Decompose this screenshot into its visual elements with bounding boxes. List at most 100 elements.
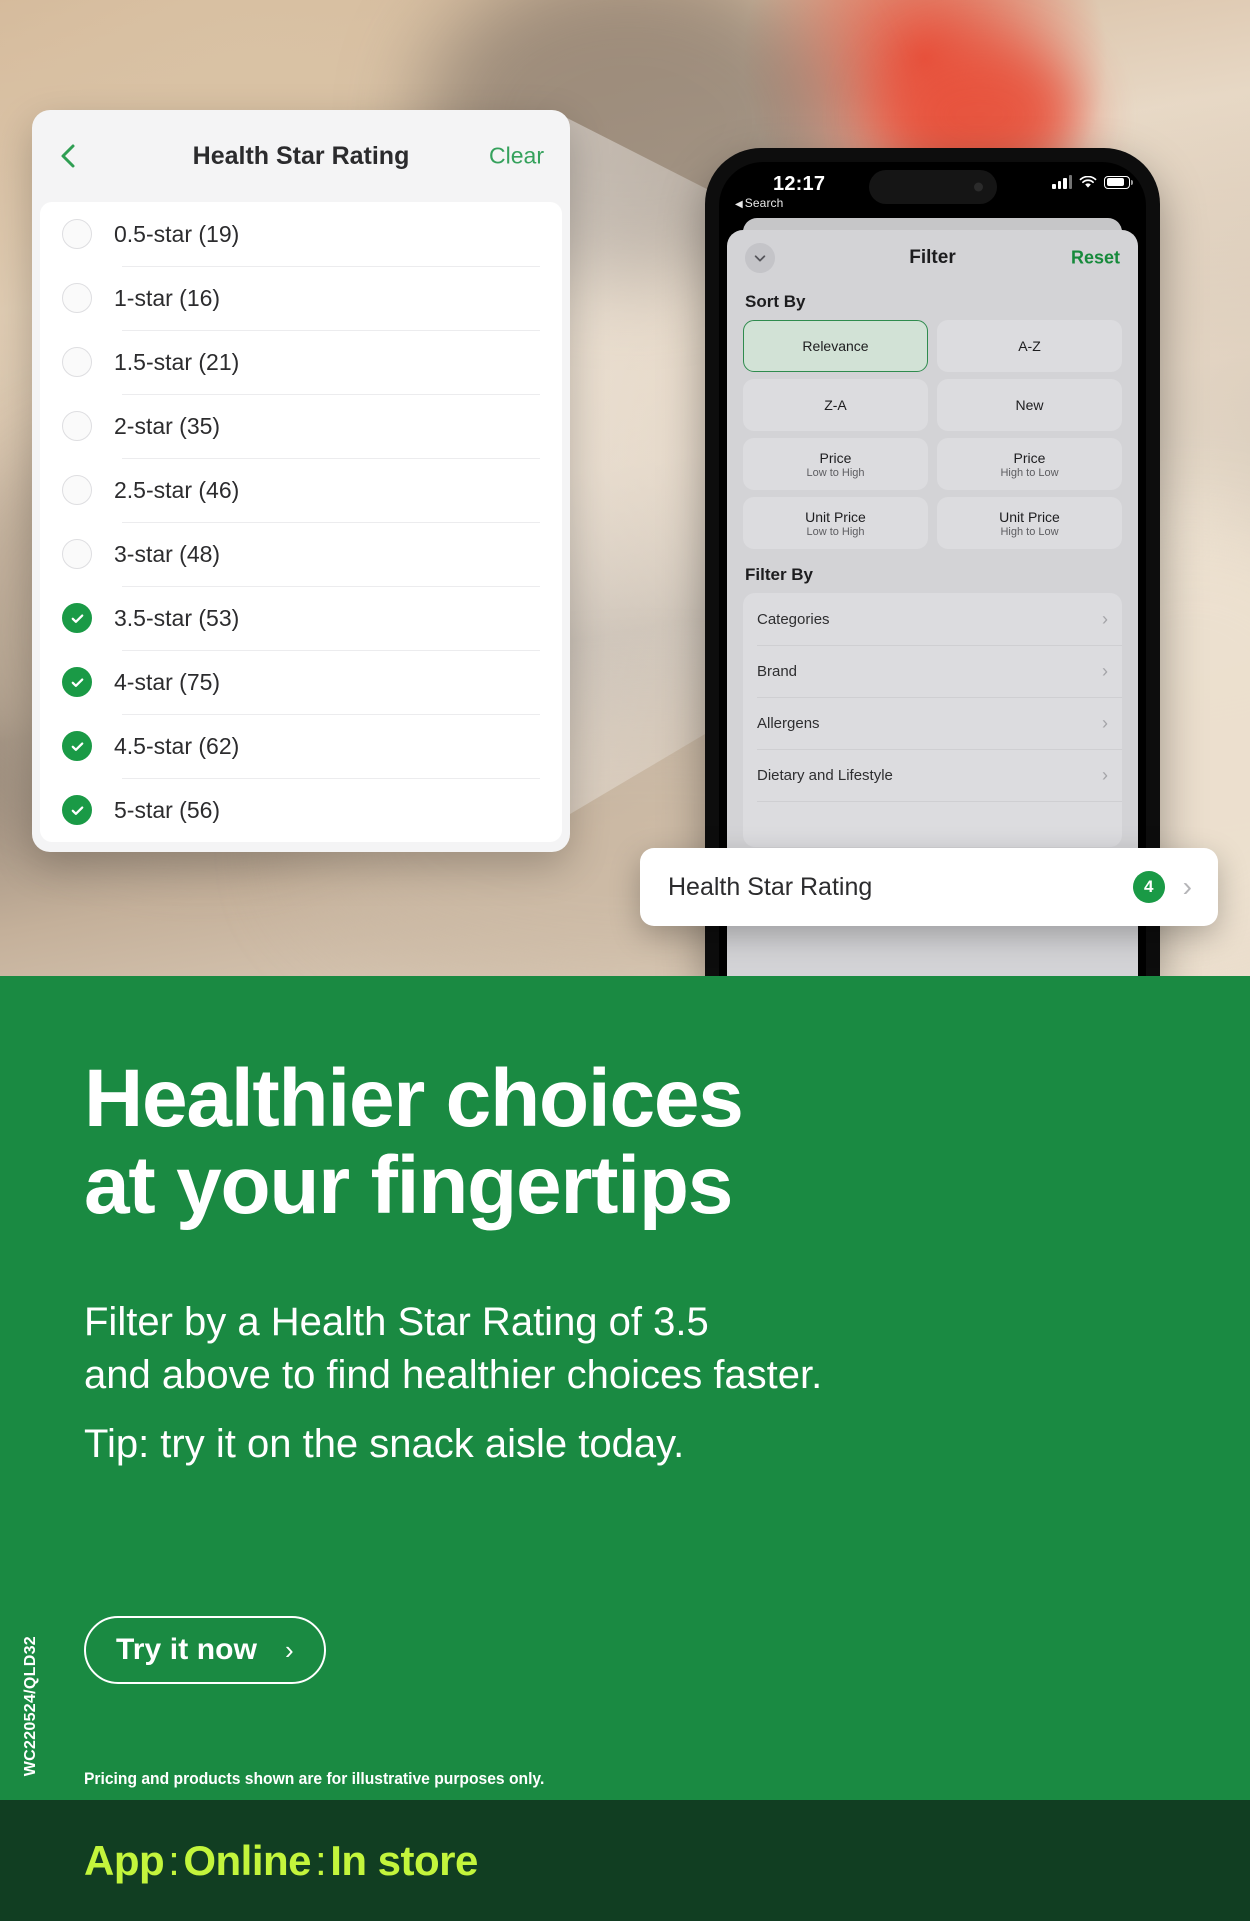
- sort-options-grid: Relevance A-Z Z-A New Price Low to High …: [743, 320, 1122, 549]
- sort-option-relevance[interactable]: Relevance: [743, 320, 928, 372]
- sort-option-label: Price: [819, 449, 852, 466]
- sort-option-label: New: [1015, 397, 1044, 413]
- filter-sheet-header: Filter Reset: [743, 230, 1122, 286]
- sort-option-label: A-Z: [1018, 338, 1041, 354]
- chevron-down-icon[interactable]: [745, 243, 775, 273]
- promo-tip: Tip: try it on the snack aisle today.: [84, 1422, 685, 1466]
- rating-option-label: 0.5-star (19): [114, 220, 240, 247]
- callout-header: Health Star Rating Clear: [32, 110, 570, 202]
- chevron-right-icon: ›: [285, 1634, 294, 1665]
- filter-row-allergens[interactable]: Allergens ›: [743, 697, 1122, 749]
- rating-option-5-star[interactable]: 5-star (56): [62, 778, 540, 842]
- highlighted-health-star-rating-row[interactable]: Health Star Rating 4 ›: [640, 848, 1218, 926]
- cta-label: Try it now: [116, 1633, 258, 1666]
- filter-row-dietary-lifestyle[interactable]: Dietary and Lifestyle ›: [743, 749, 1122, 801]
- chevron-right-icon: ›: [1102, 765, 1108, 785]
- checkbox-unchecked-icon[interactable]: [62, 411, 92, 441]
- subcopy-line-2: and above to find healthier choices fast…: [84, 1352, 823, 1397]
- filter-row-spacer: [743, 801, 1122, 847]
- dynamic-island: [868, 170, 997, 204]
- sort-option-price-low-high[interactable]: Price Low to High: [743, 438, 928, 490]
- checkbox-unchecked-icon[interactable]: [62, 539, 92, 569]
- rating-option-0-5-star[interactable]: 0.5-star (19): [62, 202, 540, 266]
- rating-option-2-5-star[interactable]: 2.5-star (46): [62, 458, 540, 522]
- sort-option-price-high-low[interactable]: Price High to Low: [937, 438, 1122, 490]
- sort-option-sublabel: Low to High: [806, 466, 865, 479]
- channel-separator: :: [168, 1836, 180, 1884]
- try-it-now-button[interactable]: Try it now ›: [84, 1616, 326, 1684]
- ad-page: 12:17 ◀ Search Filter Reset Sort By Rele…: [0, 0, 1250, 1921]
- filter-by-label: Filter By: [745, 565, 814, 584]
- status-back-label: Search: [744, 196, 784, 210]
- channel-online: Online: [183, 1836, 312, 1884]
- highlighted-row-right: 4 ›: [1132, 871, 1192, 903]
- headline-line-1: Healthier choices: [84, 1053, 744, 1144]
- filter-row-label: Categories: [757, 610, 830, 628]
- checkbox-unchecked-icon[interactable]: [62, 347, 92, 377]
- rating-option-1-5-star[interactable]: 1.5-star (21): [62, 330, 540, 394]
- rating-option-2-star[interactable]: 2-star (35): [62, 394, 540, 458]
- checkbox-unchecked-icon[interactable]: [62, 475, 92, 505]
- front-camera-icon: [973, 182, 983, 192]
- sort-option-unit-price-high-low[interactable]: Unit Price High to Low: [937, 497, 1122, 549]
- cellular-signal-icon: [1052, 175, 1072, 189]
- rating-option-3-star[interactable]: 3-star (48): [62, 522, 540, 586]
- checkbox-checked-icon[interactable]: [62, 667, 92, 697]
- reset-button[interactable]: Reset: [1071, 248, 1120, 269]
- callout-title: Health Star Rating: [192, 141, 410, 170]
- channel-app: App: [84, 1836, 165, 1884]
- filter-sheet-title: Filter: [909, 247, 956, 268]
- rating-option-label: 1-star (16): [114, 284, 221, 311]
- filter-options-card: Categories › Brand › Allergens › Dietary…: [743, 593, 1122, 847]
- sort-option-label: Unit Price: [999, 508, 1060, 525]
- sort-option-label: Relevance: [802, 338, 869, 354]
- status-time: 12:17: [773, 173, 826, 195]
- promo-subcopy: Filter by a Health Star Rating of 3.5 an…: [84, 1296, 822, 1402]
- clear-button[interactable]: Clear: [489, 143, 544, 170]
- highlighted-row-label: Health Star Rating: [668, 872, 873, 901]
- chevron-right-icon: ›: [1102, 661, 1108, 681]
- checkbox-unchecked-icon[interactable]: [62, 219, 92, 249]
- sort-option-label: Price: [1013, 449, 1046, 466]
- campaign-code: WC220524/QLD32: [22, 1636, 39, 1777]
- chevron-right-icon: ›: [1182, 871, 1192, 902]
- rating-option-label: 5-star (56): [114, 796, 221, 823]
- sort-option-label: Unit Price: [805, 508, 866, 525]
- chevron-left-icon[interactable]: [54, 141, 84, 171]
- sort-option-new[interactable]: New: [937, 379, 1122, 431]
- sort-option-az[interactable]: A-Z: [937, 320, 1122, 372]
- rating-option-4-star[interactable]: 4-star (75): [62, 650, 540, 714]
- battery-icon: [1104, 175, 1133, 189]
- filter-row-brand[interactable]: Brand ›: [743, 645, 1122, 697]
- status-indicators: [1052, 175, 1133, 189]
- rating-option-label: 2-star (35): [114, 412, 221, 439]
- filter-row-categories[interactable]: Categories ›: [743, 593, 1122, 645]
- rating-option-1-star[interactable]: 1-star (16): [62, 266, 540, 330]
- checkbox-checked-icon[interactable]: [62, 603, 92, 633]
- filter-row-label: Brand: [757, 662, 798, 680]
- sort-by-label: Sort By: [745, 292, 806, 311]
- checkbox-checked-icon[interactable]: [62, 731, 92, 761]
- sort-option-unit-price-low-high[interactable]: Unit Price Low to High: [743, 497, 928, 549]
- triangle-left-icon: ◀: [735, 199, 743, 210]
- rating-option-4-5-star[interactable]: 4.5-star (62): [62, 714, 540, 778]
- checkbox-checked-icon[interactable]: [62, 795, 92, 825]
- filter-row-label: Dietary and Lifestyle: [757, 766, 893, 784]
- sort-option-sublabel: High to Low: [1000, 525, 1059, 538]
- channel-separator: :: [315, 1836, 327, 1884]
- rating-option-label: 3-star (48): [114, 540, 221, 567]
- rating-option-label: 1.5-star (21): [114, 348, 240, 375]
- rating-option-3-5-star[interactable]: 3.5-star (53): [62, 586, 540, 650]
- subcopy-line-1: Filter by a Health Star Rating of 3.5: [84, 1300, 709, 1344]
- checkbox-unchecked-icon[interactable]: [62, 283, 92, 313]
- channels-footer: App:Online:In store: [0, 1800, 1250, 1921]
- rating-option-label: 4-star (75): [114, 668, 221, 695]
- rating-option-list: 0.5-star (19) 1-star (16) 1.5-star (21) …: [40, 202, 562, 842]
- filter-row-label: Allergens: [757, 714, 820, 732]
- sort-option-za[interactable]: Z-A: [743, 379, 928, 431]
- rating-option-label: 4.5-star (62): [114, 732, 240, 759]
- status-badge: 4: [1132, 871, 1165, 903]
- page-title: Healthier choices at your fingertips: [84, 1053, 744, 1230]
- health-star-rating-callout-card: Health Star Rating Clear 0.5-star (19) 1…: [32, 110, 570, 852]
- status-back-to-search[interactable]: ◀ Search: [735, 196, 783, 210]
